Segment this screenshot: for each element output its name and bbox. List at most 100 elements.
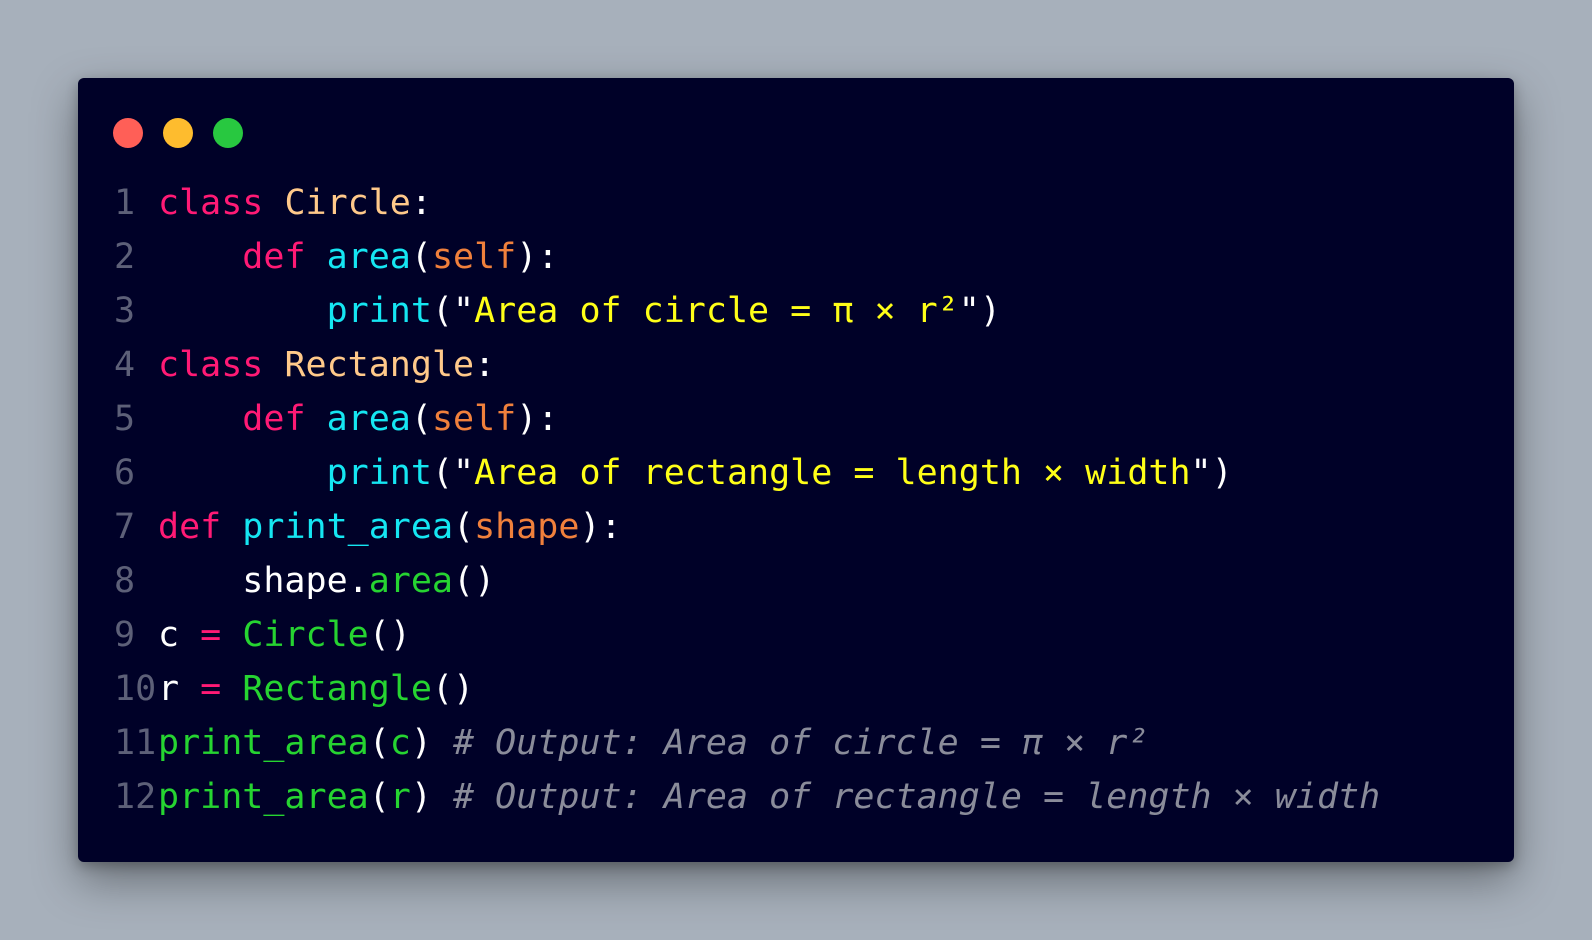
code-text: print_area(c) # Output: Area of circle =… (158, 716, 1148, 770)
code-text: shape.area() (158, 554, 495, 608)
line-number: 12 (114, 777, 157, 817)
code-token-call: c (389, 723, 411, 763)
code-token-op: = (200, 669, 222, 709)
line-number: 5 (114, 399, 136, 439)
code-token-plain: ( (368, 777, 390, 817)
code-token-func: area (326, 237, 411, 277)
code-token-plain: ): (516, 399, 559, 439)
code-line: 7 def print_area(shape): (78, 500, 1380, 554)
code-block: 1 class Circle: 2 def area(self): 3 print("… (78, 176, 1380, 824)
code-token-plain: ): (579, 507, 622, 547)
code-token-param: shape (474, 507, 580, 547)
code-token-plain: () (368, 615, 411, 655)
close-dot[interactable] (113, 118, 143, 148)
code-line: 1 class Circle: (78, 176, 1380, 230)
code-token-func: print (326, 291, 432, 331)
window-controls (113, 118, 243, 148)
line-number: 8 (114, 561, 136, 601)
code-token-classname: Rectangle (284, 345, 475, 385)
code-line: 3 print("Area of circle = π × r²") (78, 284, 1380, 338)
code-token-plain: shape. (158, 561, 369, 601)
code-token-keyword: class (158, 183, 264, 223)
line-number: 10 (114, 669, 157, 709)
line-number: 3 (114, 291, 136, 331)
code-token-param: self (431, 399, 517, 439)
code-token-call: r (389, 777, 411, 817)
code-token-plain: ) (410, 723, 454, 763)
code-token-keyword: def (158, 507, 222, 547)
code-token-plain: (" (431, 291, 475, 331)
line-number: 4 (114, 345, 136, 385)
code-token-func: print (326, 453, 432, 493)
code-token-classname: Circle (284, 183, 411, 223)
code-token-call: print_area (158, 723, 369, 763)
code-text: print_area(r) # Output: Area of rectangl… (158, 770, 1380, 824)
code-token-string: Area of rectangle = length × width (474, 453, 1191, 493)
code-token-plain: (" (431, 453, 475, 493)
code-token-plain: ( (410, 237, 432, 277)
code-window: 1 class Circle: 2 def area(self): 3 print("… (78, 78, 1514, 862)
code-token-param: self (431, 237, 517, 277)
code-token-plain: () (431, 669, 475, 709)
code-token-comment: # Output: Area of circle = π × r² (453, 723, 1149, 763)
code-line: 6 print("Area of rectangle = length × wi… (78, 446, 1380, 500)
code-token-plain: ( (453, 507, 475, 547)
code-token-call: Circle (242, 615, 369, 655)
code-token-func: print_area (242, 507, 454, 547)
code-text: r = Rectangle() (158, 662, 474, 716)
code-token-op: = (200, 615, 222, 655)
code-line: 9c = Circle() (78, 608, 1380, 662)
code-line: 2 def area(self): (78, 230, 1380, 284)
code-token-plain: : (410, 183, 432, 223)
line-number: 6 (114, 453, 136, 493)
code-text: def area(self): (158, 392, 558, 446)
code-text: print("Area of circle = π × r²") (158, 284, 1001, 338)
code-token-plain: ( (410, 399, 432, 439)
code-token-plain: ): (516, 237, 559, 277)
line-number: 2 (114, 237, 136, 277)
code-token-plain: ") (958, 291, 1001, 331)
line-number: 7 (114, 507, 136, 547)
code-token-keyword: def (242, 237, 306, 277)
code-token-plain: r (158, 669, 201, 709)
maximize-dot[interactable] (213, 118, 243, 148)
line-number: 1 (114, 183, 136, 223)
code-token-string: Area of circle = π × r² (474, 291, 959, 331)
code-line: 11 print_area(c) # Output: Area of circle… (78, 716, 1380, 770)
code-token-call: Rectangle (242, 669, 432, 709)
code-token-plain: () (453, 561, 496, 601)
code-token-comment: # Output: Area of rectangle = length × w… (453, 777, 1381, 817)
minimize-dot[interactable] (163, 118, 193, 148)
code-token-plain: ) (410, 777, 454, 817)
code-line: 10 r = Rectangle() (78, 662, 1380, 716)
code-line: 5 def area(self): (78, 392, 1380, 446)
code-line: 8 shape.area() (78, 554, 1380, 608)
code-token-plain: : (474, 345, 496, 385)
code-text: c = Circle() (158, 608, 411, 662)
code-token-keyword: class (158, 345, 264, 385)
code-text: def area(self): (158, 230, 558, 284)
code-text: class Rectangle: (158, 338, 495, 392)
code-token-keyword: def (242, 399, 306, 439)
code-token-call: print_area (158, 777, 369, 817)
code-token-func: area (326, 399, 411, 439)
code-text: class Circle: (158, 176, 432, 230)
code-line: 4 class Rectangle: (78, 338, 1380, 392)
code-token-call: area (368, 561, 454, 601)
code-token-plain: ( (368, 723, 390, 763)
code-text: print("Area of rectangle = length × widt… (158, 446, 1233, 500)
line-number: 11 (114, 723, 157, 763)
code-line: 12 print_area(r) # Output: Area of rectan… (78, 770, 1380, 824)
code-token-plain: ") (1190, 453, 1233, 493)
